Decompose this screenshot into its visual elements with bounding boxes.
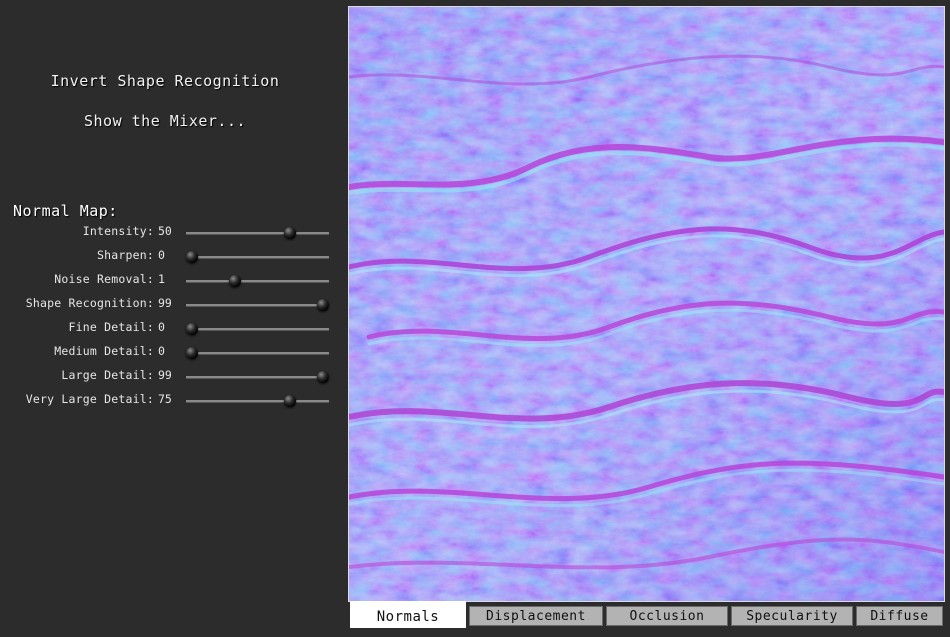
very-large-detail-label: Very Large Detail:: [25, 392, 154, 406]
medium-detail-label: Medium Detail:: [54, 344, 154, 358]
tab-normals[interactable]: Normals: [350, 601, 466, 628]
sharpen-slider[interactable]: [185, 251, 329, 263]
show-mixer-button[interactable]: Show the Mixer...: [0, 112, 330, 130]
sharpen-slider-row: Sharpen: 0: [0, 246, 346, 266]
tab-diffuse[interactable]: Diffuse: [856, 606, 943, 626]
shape-recognition-slider-thumb[interactable]: [317, 299, 330, 311]
medium-detail-value: 0: [158, 344, 165, 358]
intensity-label: Intensity:: [82, 224, 154, 238]
sharpen-value: 0: [158, 248, 165, 262]
intensity-slider-thumb[interactable]: [284, 227, 297, 239]
very-large-detail-value: 75: [158, 392, 172, 406]
noise-removal-slider-thumb[interactable]: [228, 275, 241, 287]
settings-panel: Invert Shape Recognition Show the Mixer.…: [0, 0, 346, 637]
sharpen-label: Sharpen:: [97, 248, 154, 262]
noise-removal-slider-row: Noise Removal: 1: [0, 270, 346, 290]
invert-shape-recognition-button[interactable]: Invert Shape Recognition: [0, 72, 330, 90]
fine-detail-slider[interactable]: [185, 323, 329, 335]
sharpen-slider-thumb[interactable]: [185, 251, 198, 263]
shape-recognition-slider[interactable]: [186, 299, 330, 311]
normal-map-preview: [348, 6, 945, 602]
large-detail-value: 99: [158, 368, 172, 382]
tab-occlusion[interactable]: Occlusion: [606, 606, 728, 626]
tab-specularity[interactable]: Specularity: [731, 606, 853, 626]
large-detail-slider-thumb[interactable]: [317, 371, 330, 383]
noise-removal-label: Noise Removal:: [54, 272, 154, 286]
normal-map-texture: [349, 7, 944, 601]
fine-detail-label: Fine Detail:: [68, 320, 154, 334]
intensity-value: 50: [158, 224, 172, 238]
noise-removal-value: 1: [158, 272, 165, 286]
shape-recognition-slider-row: Shape Recognition: 99: [0, 294, 346, 314]
app-window: Invert Shape Recognition Show the Mixer.…: [0, 0, 950, 637]
intensity-slider[interactable]: [186, 227, 329, 239]
large-detail-slider[interactable]: [186, 371, 330, 383]
noise-removal-slider[interactable]: [186, 275, 329, 287]
medium-detail-slider-thumb[interactable]: [185, 347, 198, 359]
fine-detail-slider-thumb[interactable]: [185, 323, 198, 335]
fine-detail-slider-row: Fine Detail: 0: [0, 318, 346, 338]
intensity-slider-row: Intensity: 50: [0, 222, 346, 242]
fine-detail-value: 0: [158, 320, 165, 334]
tab-displacement[interactable]: Displacement: [469, 606, 603, 626]
normal-map-section-title: Normal Map:: [13, 202, 118, 220]
very-large-detail-slider-thumb[interactable]: [284, 395, 297, 407]
large-detail-slider-row: Large Detail: 99: [0, 366, 346, 386]
very-large-detail-slider-row: Very Large Detail: 75: [0, 390, 346, 410]
large-detail-label: Large Detail:: [61, 368, 154, 382]
shape-recognition-value: 99: [158, 296, 172, 310]
preview-tabs: Normals Displacement Occlusion Speculari…: [348, 601, 945, 637]
shape-recognition-label: Shape Recognition:: [25, 296, 154, 310]
very-large-detail-slider[interactable]: [186, 395, 329, 407]
medium-detail-slider[interactable]: [185, 347, 329, 359]
medium-detail-slider-row: Medium Detail: 0: [0, 342, 346, 362]
